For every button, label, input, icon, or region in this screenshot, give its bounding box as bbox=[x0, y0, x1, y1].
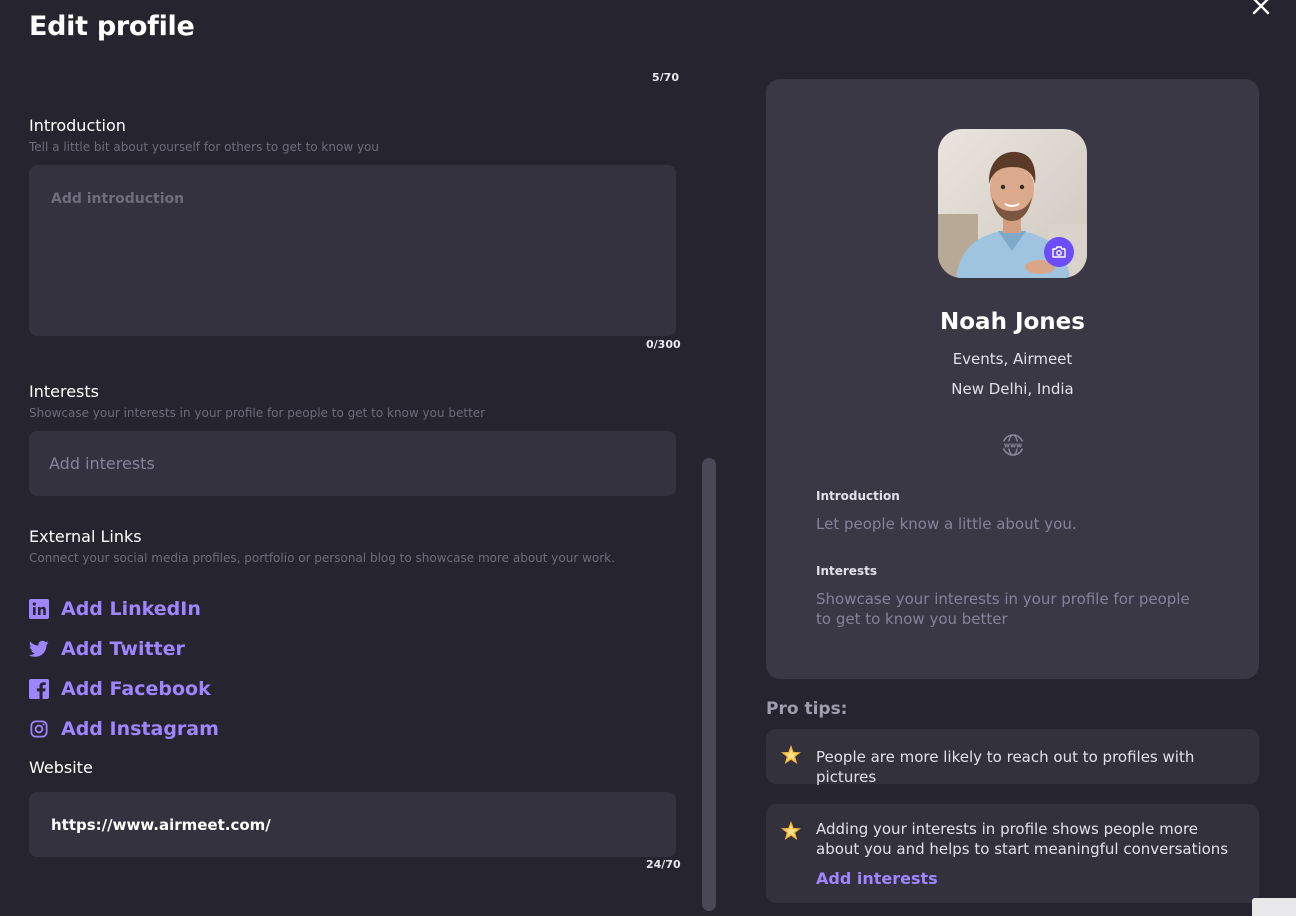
introduction-help: Tell a little bit about yourself for oth… bbox=[29, 140, 379, 154]
website-label: Website bbox=[29, 758, 93, 777]
introduction-label: Introduction bbox=[29, 116, 126, 135]
add-linkedin-label: Add LinkedIn bbox=[61, 598, 201, 620]
website-field-box bbox=[29, 792, 676, 857]
char-count-top: 5/70 bbox=[652, 71, 679, 81]
corner-button[interactable] bbox=[1252, 898, 1296, 916]
profile-preview-card: Noah Jones Events, Airmeet New Delhi, In… bbox=[766, 79, 1259, 679]
add-twitter-link[interactable]: Add Twitter bbox=[29, 637, 185, 661]
edit-profile-page: Edit profile 5/70 Introduction Tell a li… bbox=[0, 0, 1296, 916]
interests-field-box bbox=[29, 431, 676, 496]
introduction-char-count: 0/300 bbox=[646, 338, 681, 351]
profile-organization: Events, Airmeet bbox=[952, 350, 1073, 368]
website-globe-icon[interactable]: www bbox=[1001, 434, 1025, 456]
website-input[interactable] bbox=[29, 792, 676, 857]
preview-interests-title: Interests bbox=[816, 564, 877, 578]
pro-tip-text: People are more likely to reach out to p… bbox=[816, 748, 1195, 786]
svg-text:www: www bbox=[1004, 442, 1022, 450]
introduction-textarea[interactable] bbox=[29, 165, 676, 336]
page-title: Edit profile bbox=[29, 11, 195, 42]
change-photo-button[interactable] bbox=[1044, 237, 1074, 267]
close-button[interactable] bbox=[1248, 0, 1274, 19]
add-twitter-label: Add Twitter bbox=[61, 638, 185, 660]
introduction-field-box bbox=[29, 165, 676, 336]
pro-tip-card: People are more likely to reach out to p… bbox=[766, 729, 1259, 786]
add-instagram-label: Add Instagram bbox=[61, 718, 219, 740]
profile-name: Noah Jones bbox=[940, 309, 1085, 335]
profile-location: New Delhi, India bbox=[951, 380, 1074, 398]
add-linkedin-link[interactable]: Add LinkedIn bbox=[29, 597, 201, 621]
pro-tips-title: Pro tips: bbox=[766, 699, 848, 719]
external-links-help: Connect your social media profiles, port… bbox=[29, 551, 615, 565]
interests-help: Showcase your interests in your profile … bbox=[29, 406, 486, 420]
camera-icon bbox=[1052, 246, 1066, 258]
website-char-count: 24/70 bbox=[646, 858, 681, 871]
pro-tip-card: Adding your interests in profile shows p… bbox=[766, 804, 1259, 903]
add-facebook-label: Add Facebook bbox=[61, 678, 211, 700]
preview-introduction-text: Let people know a little about you. bbox=[816, 515, 1077, 533]
facebook-icon bbox=[29, 679, 49, 699]
external-links-label: External Links bbox=[29, 527, 142, 546]
pro-tip-text: Adding your interests in profile shows p… bbox=[816, 820, 1229, 858]
twitter-icon bbox=[29, 639, 49, 659]
star-icon bbox=[781, 745, 801, 764]
add-interests-link[interactable]: Add interests bbox=[816, 869, 938, 888]
preview-introduction-title: Introduction bbox=[816, 489, 900, 503]
add-instagram-link[interactable]: Add Instagram bbox=[29, 717, 219, 741]
add-facebook-link[interactable]: Add Facebook bbox=[29, 677, 211, 701]
star-icon bbox=[781, 821, 801, 840]
linkedin-icon bbox=[29, 599, 49, 619]
preview-interests-text: Showcase your interests in your profile … bbox=[816, 590, 1190, 628]
form-scrollbar[interactable] bbox=[702, 458, 716, 911]
interests-input[interactable] bbox=[29, 431, 676, 496]
interests-label: Interests bbox=[29, 382, 99, 401]
instagram-icon bbox=[29, 719, 49, 739]
close-icon bbox=[1252, 0, 1270, 15]
